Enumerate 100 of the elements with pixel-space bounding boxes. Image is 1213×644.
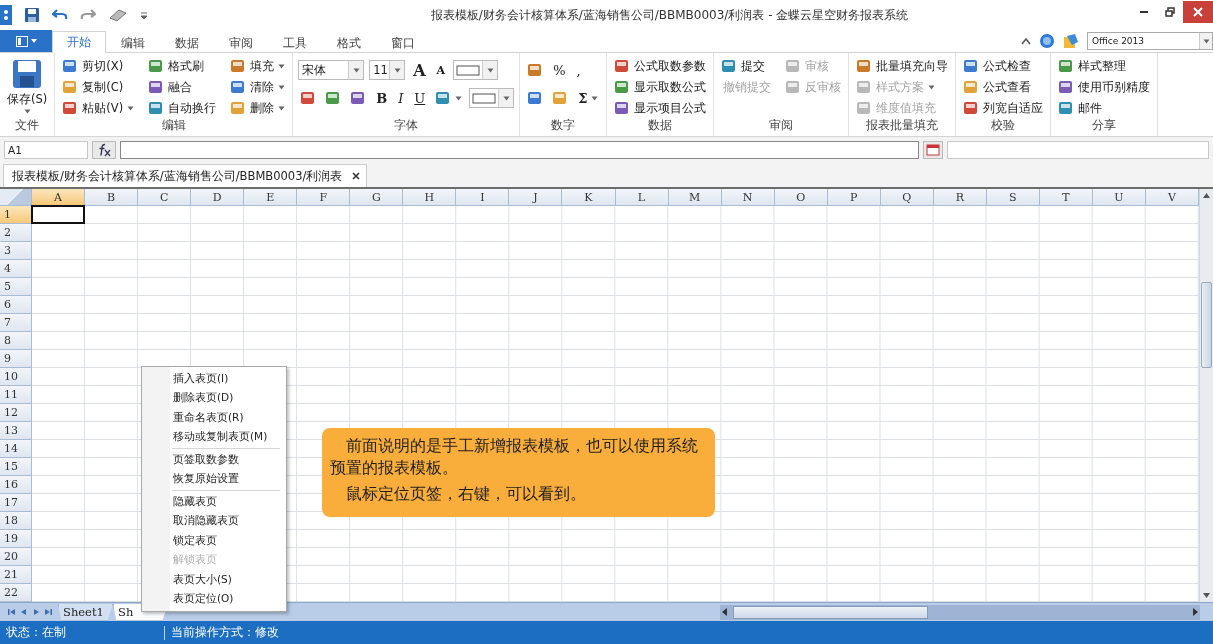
format-button[interactable]: A	[433, 60, 449, 80]
format-button[interactable]: I	[395, 88, 407, 108]
row-header[interactable]: 14	[0, 440, 32, 458]
ribbon-button[interactable]: 批量填充向导	[854, 56, 951, 76]
row-header[interactable]: 1	[0, 206, 32, 224]
format-button[interactable]: U	[411, 88, 429, 108]
menu-item[interactable]: 恢复原始设置	[142, 469, 286, 489]
row-header[interactable]: 21	[0, 566, 32, 584]
ribbon-button[interactable]: 使用币别精度	[1056, 77, 1153, 97]
row-header[interactable]: 17	[0, 494, 32, 512]
row-header[interactable]: 18	[0, 512, 32, 530]
row-header[interactable]: 9	[0, 350, 32, 368]
column-header[interactable]: T	[1039, 189, 1093, 206]
ribbon-button[interactable]: 自动换行	[146, 98, 219, 118]
column-header[interactable]: J	[509, 189, 563, 206]
column-header[interactable]: S	[986, 189, 1040, 206]
column-header[interactable]: R	[933, 189, 987, 206]
menu-item[interactable]: 插入表页(I)	[142, 369, 286, 389]
ribbon-button[interactable]: 剪切(X)	[60, 56, 137, 76]
column-header[interactable]: M	[668, 189, 722, 206]
ribbon-button[interactable]: 公式查看	[961, 77, 1046, 97]
ribbon-button[interactable]: 列宽自适应	[961, 98, 1046, 118]
ribbon-button[interactable]: 样式整理	[1056, 56, 1153, 76]
column-header[interactable]: U	[1092, 189, 1146, 206]
formula-field[interactable]	[120, 141, 919, 159]
column-header[interactable]: D	[191, 189, 245, 206]
ribbon-button[interactable]: 显示项目公式	[612, 98, 709, 118]
ribbon-button[interactable]: 删除	[228, 98, 288, 118]
ribbon-tab[interactable]: 开始	[52, 31, 106, 53]
row-header[interactable]: 13	[0, 422, 32, 440]
ribbon-button[interactable]: 公式取数参数	[612, 56, 709, 76]
row-header[interactable]: 19	[0, 530, 32, 548]
column-header[interactable]: B	[85, 189, 139, 206]
column-header[interactable]: N	[721, 189, 775, 206]
column-header[interactable]: H	[403, 189, 457, 206]
format-button[interactable]: B	[373, 88, 391, 108]
menu-item[interactable]: 移动或复制表页(M)	[142, 427, 286, 447]
row-header[interactable]: 20	[0, 548, 32, 566]
row-header[interactable]: 5	[0, 278, 32, 296]
ribbon-button[interactable]: 提交	[719, 56, 774, 76]
document-tab[interactable]: 报表模板/财务会计核算体系/蓝海销售公司/BBMB0003/利润表	[3, 164, 368, 187]
menu-item[interactable]: 取消隐藏表页	[142, 511, 286, 531]
ribbon-button[interactable]: 填充	[228, 56, 288, 76]
selected-cell[interactable]	[31, 205, 86, 224]
ribbon-tab[interactable]: 窗口	[376, 32, 430, 53]
row-header[interactable]: 2	[0, 224, 32, 242]
sheet-tab[interactable]: Sheet1	[58, 603, 113, 621]
format-button[interactable]: ,	[573, 60, 584, 80]
row-header[interactable]: 16	[0, 476, 32, 494]
column-header[interactable]: K	[562, 189, 616, 206]
row-header[interactable]: 22	[0, 584, 32, 602]
font-select[interactable]: 11	[369, 60, 406, 80]
format-button[interactable]: %	[550, 60, 569, 80]
format-button[interactable]: Σ	[575, 88, 602, 108]
horizontal-scrollbar[interactable]	[720, 604, 1200, 620]
menu-item[interactable]: 重命名表页(R)	[142, 408, 286, 428]
menu-item[interactable]: 页签取数参数	[142, 450, 286, 470]
ribbon-tab[interactable]: 工具	[268, 32, 322, 53]
column-header[interactable]: F	[297, 189, 351, 206]
ribbon-button[interactable]: 格式刷	[146, 56, 219, 76]
scroll-thumb[interactable]	[1201, 282, 1212, 368]
vertical-scrollbar[interactable]	[1199, 189, 1213, 602]
ribbon-button[interactable]: 清除	[228, 77, 288, 97]
ribbon-button[interactable]: 复制(C)	[60, 77, 137, 97]
input-field[interactable]	[947, 141, 1209, 159]
menu-item[interactable]: 隐藏表页	[142, 492, 286, 512]
row-header[interactable]: 15	[0, 458, 32, 476]
ribbon-button[interactable]: 公式检查	[961, 56, 1046, 76]
calendar-button[interactable]	[923, 141, 943, 159]
column-header[interactable]: V	[1145, 189, 1199, 206]
column-header[interactable]: C	[138, 189, 192, 206]
column-header[interactable]: Q	[880, 189, 934, 206]
menu-item[interactable]: 表页大小(S)	[142, 570, 286, 590]
ribbon-tab[interactable]: 格式	[322, 32, 376, 53]
file-menu-button[interactable]	[0, 30, 52, 52]
ribbon-button[interactable]: 融合	[146, 77, 219, 97]
ribbon-tab[interactable]: 数据	[160, 32, 214, 53]
menu-item[interactable]: 删除表页(D)	[142, 388, 286, 408]
row-header[interactable]: 4	[0, 260, 32, 278]
row-header[interactable]: 3	[0, 242, 32, 260]
column-header[interactable]: G	[350, 189, 404, 206]
column-header[interactable]: I	[456, 189, 510, 206]
column-header[interactable]: O	[774, 189, 828, 206]
row-header[interactable]: 10	[0, 368, 32, 386]
save-button[interactable]: 保存(S)	[5, 56, 50, 115]
column-header[interactable]: L	[615, 189, 669, 206]
row-header[interactable]: 8	[0, 332, 32, 350]
ribbon-button[interactable]: 显示取数公式	[612, 77, 709, 97]
cell-name-field[interactable]: A1	[4, 141, 88, 159]
row-header[interactable]: 6	[0, 296, 32, 314]
row-header[interactable]: 12	[0, 404, 32, 422]
row-header[interactable]: 7	[0, 314, 32, 332]
color-picker[interactable]	[469, 88, 515, 108]
row-header[interactable]: 11	[0, 386, 32, 404]
menu-item[interactable]: 锁定表页	[142, 531, 286, 551]
ribbon-tab[interactable]: 编辑	[106, 32, 160, 53]
color-picker[interactable]	[453, 60, 499, 80]
format-button[interactable]: A	[410, 60, 429, 80]
font-select[interactable]: 宋体	[298, 60, 365, 80]
column-header[interactable]: P	[827, 189, 881, 206]
